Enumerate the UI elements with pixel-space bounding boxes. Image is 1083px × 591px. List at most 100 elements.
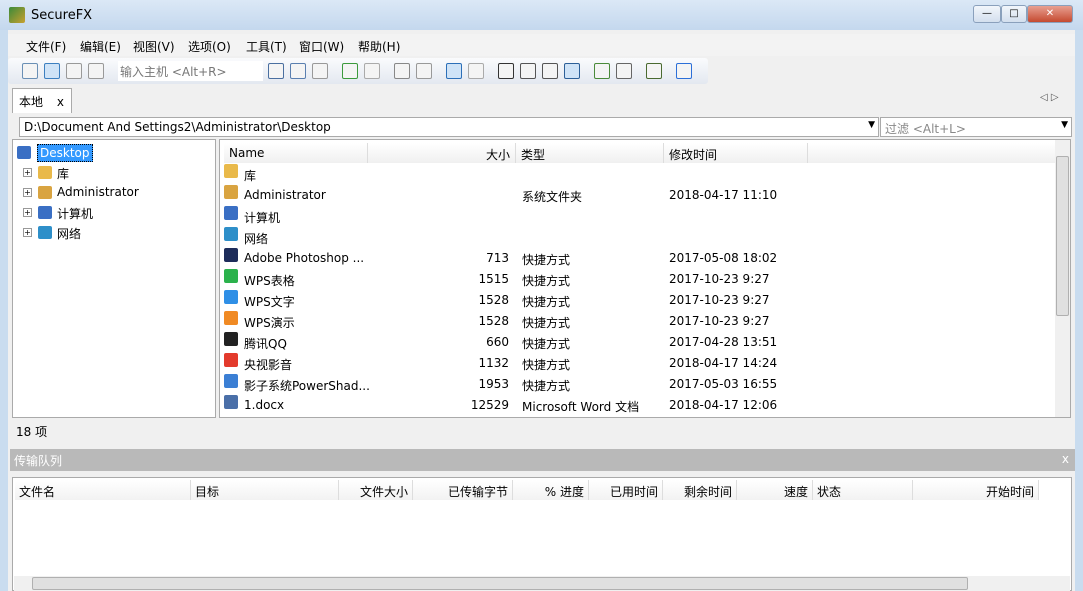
expand-icon[interactable]: + [23,228,32,237]
file-modified: 2018-04-17 11:10 [669,188,778,202]
path-input[interactable]: D:\Document And Settings2\Administrator\… [19,117,879,137]
file-size: 1528 [478,314,509,328]
menu-0[interactable]: 文件(F) [26,38,66,55]
delete-icon[interactable] [394,63,410,79]
queue-column-header[interactable]: 文件大小 [339,480,413,500]
chevron-down-icon[interactable]: ▼ [1061,120,1068,130]
queue-column-header[interactable]: 已用时间 [589,480,663,500]
file-row[interactable]: 网络 [224,227,1054,248]
column-header[interactable]: 修改时间 [664,143,808,163]
queue-column-header[interactable]: 速度 [737,480,813,500]
file-name: 库 [244,169,257,183]
key-icon[interactable] [616,63,632,79]
menu-1[interactable]: 编辑(E) [80,38,121,55]
file-name: 腾讯QQ [244,337,287,351]
tab-local[interactable]: 本地 x [12,88,72,113]
scroll-thumb[interactable] [1056,156,1069,316]
file-icon [224,269,238,283]
status-bar: 18 项 [12,420,1072,442]
transfer-queue-header: 传输队列 x [10,449,1075,471]
host-input[interactable]: 输入主机 <Alt+R> [118,61,263,81]
paste-icon[interactable] [312,63,328,79]
queue-column-header[interactable]: 已传输字节 [413,480,513,500]
file-name: 1.docx [244,398,285,412]
properties-icon[interactable] [416,63,432,79]
session-manager-icon[interactable] [646,63,662,79]
file-type: 快捷方式 [522,253,571,267]
horizontal-scrollbar[interactable] [14,576,1070,591]
file-row[interactable]: 库 [224,164,1054,185]
file-row[interactable]: WPS演示 1528 快捷方式 2017-10-23 9:27 [224,311,1054,332]
copy-icon[interactable] [290,63,306,79]
tree-view-icon[interactable] [446,63,462,79]
reconnect-icon[interactable] [66,63,82,79]
column-header[interactable] [808,143,1056,163]
tree-label: Administrator [57,185,139,199]
cut-icon[interactable] [268,63,284,79]
menu-2[interactable]: 视图(V) [133,38,175,55]
expand-icon[interactable]: + [23,168,32,177]
details-view-icon[interactable] [564,63,580,79]
chevron-down-icon[interactable]: ▼ [868,120,875,130]
queue-column-header[interactable]: 状态 [813,480,913,500]
file-row[interactable]: 1.docx 12529 Microsoft Word 文档 2018-04-17 1… [224,395,1054,416]
tab-scroll-icons[interactable]: ◁ ▷ [1040,92,1059,103]
stop-icon[interactable] [364,63,380,79]
file-row[interactable]: 腾讯QQ 660 快捷方式 2017-04-28 13:51 [224,332,1054,353]
folder-icon [38,226,52,239]
file-size: 1132 [478,356,509,370]
column-header[interactable]: 类型 [516,143,664,163]
file-row[interactable]: 计算机 [224,206,1054,227]
file-modified: 2018-04-17 14:24 [669,356,778,370]
queue-column-header[interactable]: 开始时间 [913,480,1039,500]
column-header[interactable]: 大小 [368,143,516,163]
maximize-button[interactable]: □ [1001,5,1027,23]
menu-5[interactable]: 窗口(W) [299,38,344,55]
menu-3[interactable]: 选项(O) [188,38,231,55]
sync-icon[interactable] [594,63,610,79]
small-icons-icon[interactable] [520,63,536,79]
menu-4[interactable]: 工具(T) [246,38,287,55]
queue-column-header[interactable]: 文件名 [15,480,191,500]
minimize-button[interactable]: — [973,5,1001,23]
large-icons-icon[interactable] [498,63,514,79]
column-header[interactable]: Name [224,143,368,163]
file-name: 计算机 [244,211,281,225]
file-row[interactable]: 影子系统PowerShad... 1953 快捷方式 2017-05-03 16:55 [224,374,1054,395]
file-type: 快捷方式 [522,274,571,288]
queue-close-icon[interactable]: x [1062,452,1069,466]
file-modified: 2018-04-17 12:06 [669,398,778,412]
scroll-thumb[interactable] [32,577,968,590]
tree-label: 网络 [57,227,82,241]
queue-column-header[interactable]: 剩余时间 [663,480,737,500]
queue-column-header[interactable]: 目标 [191,480,339,500]
expand-icon[interactable]: + [23,208,32,217]
menu-6[interactable]: 帮助(H) [358,38,400,55]
folder-icon [38,166,52,179]
disconnect-icon[interactable] [88,63,104,79]
quick-connect-icon[interactable] [22,63,38,79]
refresh-icon[interactable] [342,63,358,79]
file-row[interactable]: 央视影音 1132 快捷方式 2018-04-17 14:24 [224,353,1054,374]
queue-column-header[interactable]: % 进度 [513,480,589,500]
file-icon [224,164,238,178]
folder-icon [17,146,31,159]
folder-tree: Desktop + 库 + Administrator + 计算机 + 网络 [12,139,216,418]
up-folder-icon[interactable] [468,63,484,79]
file-modified: 2017-10-23 9:27 [669,272,770,286]
list-view-icon[interactable] [542,63,558,79]
expand-icon[interactable]: + [23,188,32,197]
file-modified: 2017-04-28 13:51 [669,335,778,349]
file-type: 快捷方式 [522,358,571,372]
vertical-scrollbar[interactable] [1055,140,1070,417]
file-row[interactable]: WPS表格 1515 快捷方式 2017-10-23 9:27 [224,269,1054,290]
file-row[interactable]: WPS文字 1528 快捷方式 2017-10-23 9:27 [224,290,1054,311]
file-row[interactable]: Adobe Photoshop ... 713 快捷方式 2017-05-08 18:… [224,248,1054,269]
file-modified: 2017-10-23 9:27 [669,314,770,328]
help-icon[interactable] [676,63,692,79]
tab-close-icon[interactable]: x [57,95,64,109]
connect-icon[interactable] [44,63,60,79]
file-row[interactable]: Administrator 系统文件夹 2018-04-17 11:10 [224,185,1054,206]
close-button[interactable]: ✕ [1027,5,1073,23]
filter-input[interactable]: 过滤 <Alt+L> ▼ [880,117,1072,137]
